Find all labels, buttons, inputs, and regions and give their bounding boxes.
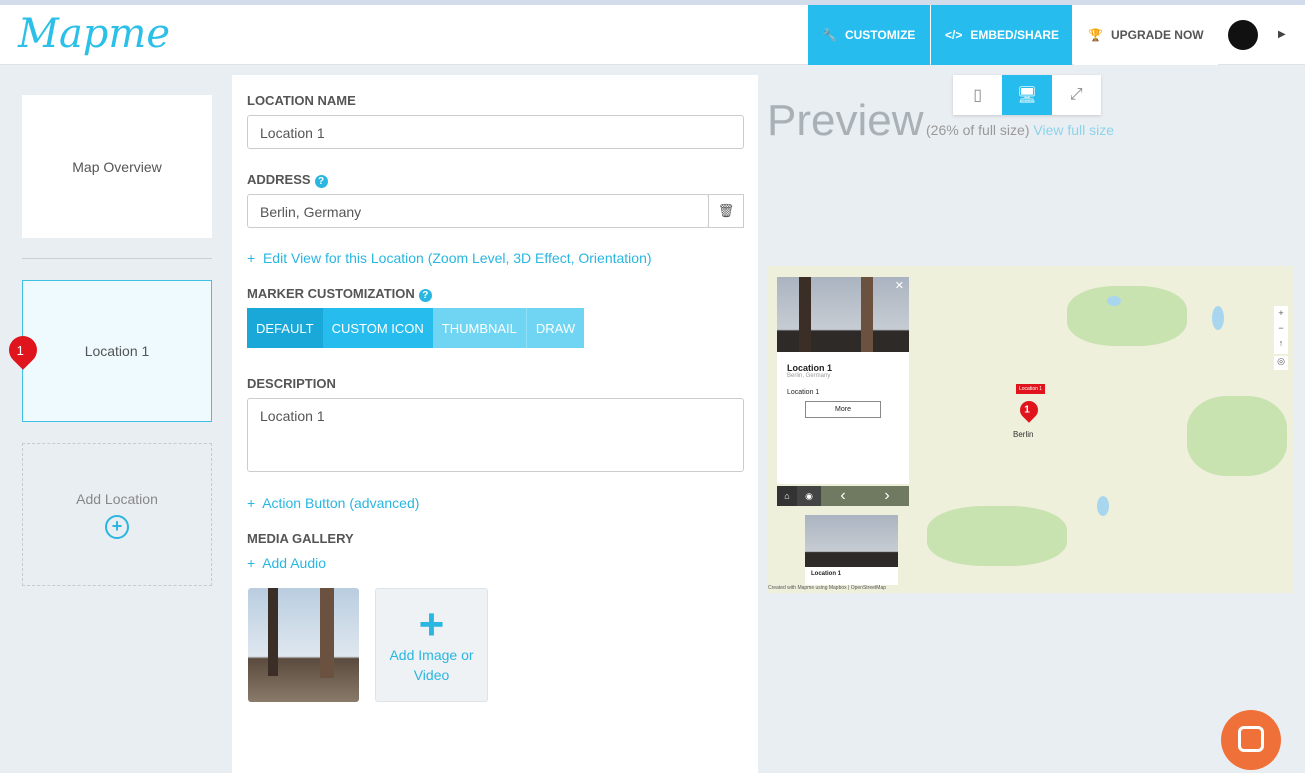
help-icon[interactable]: ? (418, 289, 432, 302)
plus-circle-icon: + (105, 514, 129, 539)
map-marker-icon[interactable]: 1 (1016, 397, 1042, 423)
map-attribution: Created with Mapme using Mapbox | OpenSt… (768, 585, 887, 591)
action-button-link[interactable]: + Action Button (advanced) (247, 495, 419, 511)
tab-draw[interactable]: DRAW (525, 308, 585, 348)
close-icon[interactable]: ✕ (895, 279, 904, 292)
description-textarea[interactable]: Location 1 (247, 398, 744, 472)
tab-custom-icon[interactable]: CUSTOM ICON (322, 308, 433, 348)
city-label: Berlin (1013, 430, 1034, 439)
divider (22, 258, 212, 259)
popup-description: Location 1 (787, 389, 820, 396)
mobile-icon[interactable]: ▯ (953, 75, 1002, 115)
code-icon: </> (945, 28, 963, 42)
popup-address: Berlin, Germany (787, 373, 831, 379)
address-input[interactable]: Berlin, Germany (247, 194, 709, 228)
embed-share-button[interactable]: </> EMBED/SHARE (931, 5, 1072, 65)
caret-right-icon[interactable]: ▶ (1278, 29, 1286, 40)
fullscreen-icon[interactable]: ⤢ (1052, 75, 1101, 115)
map-overview-card[interactable]: Map Overview (22, 95, 212, 238)
prev-icon[interactable]: ‹ (821, 486, 865, 506)
preview-title: Preview (767, 96, 924, 145)
media-gallery-label: MEDIA GALLERY (247, 531, 354, 546)
help-icon[interactable]: ? (314, 175, 328, 188)
location-card[interactable]: Location 1 (22, 280, 212, 422)
eye-icon[interactable]: ◉ (797, 486, 821, 506)
view-full-size-link[interactable]: View full size (1033, 122, 1114, 138)
map-popup: ✕ Location 1 Berlin, Germany Location 1 … (777, 277, 909, 484)
zoom-controls[interactable]: + − ↑ (1274, 306, 1288, 354)
logo: Mapme (18, 11, 171, 57)
tab-default[interactable]: DEFAULT (247, 308, 323, 348)
popup-title: Location 1 (787, 363, 833, 373)
address-label: ADDRESS? (247, 172, 328, 188)
preview-scale: (26% of full size) View full size (926, 122, 1115, 138)
trophy-icon: 🏆 (1088, 28, 1103, 42)
marker-tabs: DEFAULT CUSTOM ICON THUMBNAIL DRAW (247, 308, 585, 348)
location-thumbnail[interactable]: Location 1 (805, 515, 898, 585)
upgrade-button[interactable]: 🏆 UPGRADE NOW (1074, 5, 1218, 65)
media-thumbnail[interactable] (248, 588, 359, 702)
add-audio-link[interactable]: + Add Audio (247, 555, 326, 571)
popup-controls: ⌂ ◉ ‹ › (777, 486, 909, 506)
header: Mapme 🔧 CUSTOMIZE </> EMBED/SHARE 🏆 UPGRADE… (0, 5, 1305, 65)
marker-tooltip: Location 1 (1016, 384, 1046, 394)
wrench-icon: 🔧 (822, 28, 837, 42)
avatar[interactable] (1228, 20, 1258, 50)
location-form: LOCATION NAME Location 1 ADDRESS? Berlin… (232, 75, 758, 773)
chat-button[interactable] (1221, 710, 1281, 770)
trash-icon[interactable]: 🗑 (708, 194, 744, 228)
more-button[interactable]: More (805, 401, 881, 418)
edit-view-link[interactable]: + Edit View for this Location (Zoom Leve… (247, 250, 652, 266)
device-toggle: ▯ 🖥 ⤢ (953, 75, 1101, 115)
add-location-card[interactable]: Add Location + (22, 443, 212, 586)
marker-customization-label: MARKER CUSTOMIZATION? (247, 286, 432, 302)
customize-button[interactable]: 🔧 CUSTOMIZE (808, 5, 930, 65)
location-name-input[interactable]: Location 1 (247, 115, 744, 149)
description-label: DESCRIPTION (247, 376, 336, 391)
chat-icon (1238, 726, 1264, 752)
add-media-button[interactable]: + Add Image or Video (375, 588, 488, 702)
plus-icon: + (418, 600, 445, 649)
locate-icon[interactable]: ◎ (1274, 356, 1288, 370)
next-icon[interactable]: › (865, 486, 909, 506)
location-name-label: LOCATION NAME (247, 93, 356, 108)
tab-thumbnail[interactable]: THUMBNAIL (432, 308, 526, 348)
home-icon[interactable]: ⌂ (777, 486, 797, 506)
map-preview[interactable]: ✕ Location 1 Berlin, Germany Location 1 … (767, 266, 1294, 593)
desktop-icon[interactable]: 🖥 (1002, 75, 1052, 115)
